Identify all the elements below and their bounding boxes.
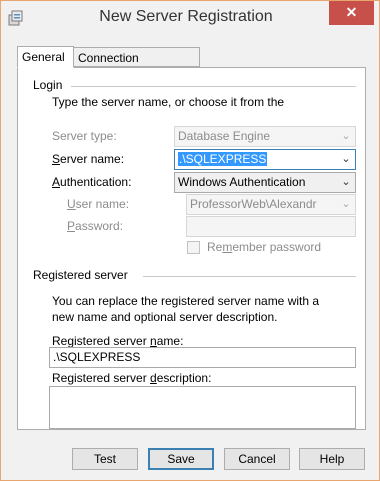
chevron-down-icon: ⌄ [341, 130, 351, 142]
server-name-value[interactable]: .\SQLEXPRESS [178, 152, 268, 166]
tab-general-label: General [22, 50, 65, 64]
tab-general[interactable]: General [17, 46, 74, 68]
server-type-value: Database Engine [178, 129, 271, 143]
server-type-label: Server type: [52, 129, 117, 143]
help-button[interactable]: Help [299, 448, 365, 470]
login-instruction: Type the server name, or choose it from … [52, 95, 285, 109]
registered-server-name-label-rest: ame: [156, 334, 184, 348]
authentication-combo[interactable]: Windows Authentication ⌄ [174, 172, 356, 193]
general-tab-panel: Login Type the server name, or choose it… [17, 67, 366, 430]
registered-server-description-label-accel: d [150, 371, 157, 385]
password-label-accel: P [67, 219, 76, 233]
dialog-title: New Server Registration [99, 8, 273, 25]
user-name-label-accel: U [67, 197, 76, 211]
user-name-label: User name: [67, 197, 129, 211]
registered-server-name-label-accel: n [150, 334, 157, 348]
login-section-title: Login [33, 78, 63, 92]
password-label: Password: [67, 219, 123, 233]
tab-connection-properties[interactable]: Connection Properties [73, 47, 200, 85]
registered-server-description-line2: new name and optional server description… [52, 310, 278, 324]
password-label-rest: assword: [75, 219, 124, 233]
registered-server-section-divider [143, 276, 356, 277]
server-name-combo[interactable]: .\SQLEXPRESS ⌄ [174, 149, 356, 170]
user-name-value: ProfessorWeb\Alexandr [190, 197, 317, 211]
test-button[interactable]: Test [72, 448, 138, 470]
registered-server-description-line1: You can replace the registered server na… [52, 294, 320, 308]
password-field [186, 216, 356, 237]
authentication-label: Authentication: [52, 175, 131, 189]
server-name-label-rest: erver name: [60, 152, 125, 166]
remember-password-label-rest: ember password [232, 240, 322, 254]
remember-password-label: Remember password [207, 240, 321, 254]
cancel-button[interactable]: Cancel [224, 448, 290, 470]
close-icon: ✕ [345, 4, 358, 20]
server-name-label: Server name: [52, 152, 124, 166]
remember-password-label-accel: m [222, 240, 233, 254]
close-button[interactable]: ✕ [329, 1, 374, 25]
chevron-down-icon: ⌄ [341, 198, 351, 210]
user-name-combo: ProfessorWeb\Alexandr ⌄ [186, 194, 356, 215]
save-button[interactable]: Save [148, 448, 214, 470]
server-type-combo: Database Engine ⌄ [174, 126, 356, 147]
registered-server-description-label: Registered server description: [52, 371, 211, 385]
authentication-label-accel: A [52, 175, 61, 189]
registered-server-description-label-rest: escription: [156, 371, 212, 385]
server-name-label-accel: S [52, 152, 61, 166]
registered-server-description-label-pre: Registered server [52, 371, 151, 385]
user-name-label-rest: ser name: [75, 197, 130, 211]
registered-server-name-label: Registered server name: [52, 334, 183, 348]
chevron-down-icon[interactable]: ⌄ [340, 150, 352, 169]
chevron-down-icon[interactable]: ⌄ [340, 173, 352, 192]
authentication-value[interactable]: Windows Authentication [178, 175, 305, 189]
registered-server-name-input[interactable]: .\SQLEXPRESS [49, 347, 356, 368]
remember-password-label-pre: Re [207, 240, 223, 254]
authentication-label-rest: uthentication: [60, 175, 132, 189]
registered-server-section-title: Registered server [33, 268, 128, 282]
registered-server-description-textarea[interactable] [49, 386, 356, 429]
registered-server-name-label-pre: Registered server [52, 334, 151, 348]
new-server-registration-dialog: New Server Registration ✕ General Connec… [0, 0, 380, 481]
login-section-divider [71, 86, 356, 87]
remember-password-checkbox [187, 241, 200, 254]
title-bar: New Server Registration ✕ [1, 1, 379, 35]
